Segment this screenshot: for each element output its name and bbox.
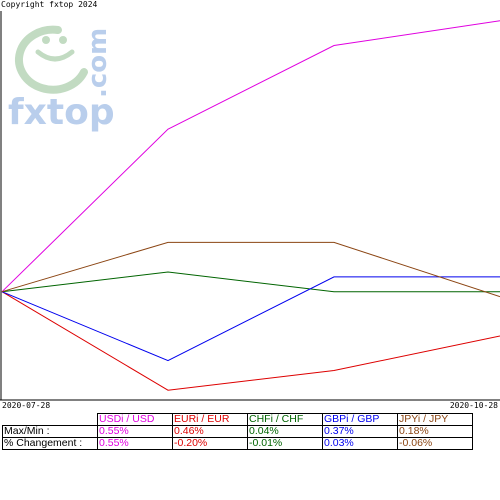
x-tick-start: 2020-07-28 <box>2 401 51 410</box>
maxmin-chf: 0.04% <box>247 425 323 438</box>
copyright-text: Copyright fxtop 2024 <box>1 0 98 9</box>
fxtop-logo: fxtop .com <box>8 25 115 133</box>
series-header-eur: EURi / EUR <box>172 413 248 426</box>
change-chf: -0.01% <box>247 437 323 450</box>
maxmin-gbp: 0.37% <box>322 425 398 438</box>
series-header-chf: CHFi / CHF <box>247 413 323 426</box>
series-line-euri <box>1 291 500 391</box>
logo-smiley-eye-left <box>42 36 50 44</box>
row-label-maxmin: Max/Min : <box>2 425 98 438</box>
stats-table: USDi / USD EURi / EUR CHFi / CHF GBPi / … <box>2 413 473 450</box>
chart-panel: fxtop .com Copyright fxtop 2024 2020-07-… <box>0 0 500 500</box>
stats-corner-cell <box>2 413 98 426</box>
stats-header-row: USDi / USD EURi / EUR CHFi / CHF GBPi / … <box>2 413 473 426</box>
maxmin-jpy: 0.18% <box>397 425 473 438</box>
change-gbp: 0.03% <box>322 437 398 450</box>
series-line-chfi <box>1 271 500 293</box>
logo-smiley-eye-right <box>59 36 67 44</box>
x-tick-end: 2020-10-28 <box>449 401 498 410</box>
row-label-change: % Changement : <box>2 437 98 450</box>
change-usd: 0.55% <box>97 437 173 450</box>
maxmin-eur: 0.46% <box>172 425 248 438</box>
change-jpy: -0.06% <box>397 437 473 450</box>
logo-suffix: .com <box>83 28 113 98</box>
logo-smiley-mouth <box>35 49 75 62</box>
series-line-gbpi <box>1 276 500 362</box>
series-line-usdi <box>1 20 500 293</box>
change-eur: -0.20% <box>172 437 248 450</box>
stats-row-maxmin: Max/Min : 0.55% 0.46% 0.04% 0.37% 0.18% <box>2 425 473 438</box>
series-header-usd: USDi / USD <box>97 413 173 426</box>
series-line-jpyi <box>1 241 500 298</box>
series-header-jpy: JPYi / JPY <box>397 413 473 426</box>
maxmin-usd: 0.55% <box>97 425 173 438</box>
stats-row-change: % Changement : 0.55% -0.20% -0.01% 0.03%… <box>2 437 473 450</box>
series-header-gbp: GBPi / GBP <box>322 413 398 426</box>
